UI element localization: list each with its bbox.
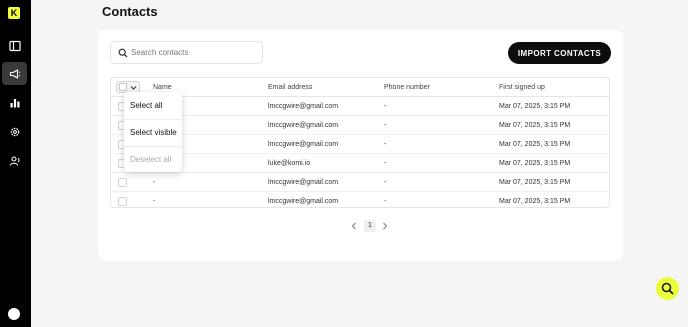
bar-chart-icon <box>10 98 19 107</box>
column-header-phone[interactable]: Phone number <box>384 78 430 97</box>
row-email: luke@komi.io <box>268 160 311 167</box>
gear-icon <box>10 127 19 136</box>
contacts-table: Name Email address Phone number First si… <box>110 77 610 208</box>
search-box[interactable] <box>110 41 263 64</box>
row-name: - <box>153 179 156 186</box>
sidebar-item-analytics[interactable] <box>2 91 27 114</box>
megaphone-icon <box>9 68 20 79</box>
row-signed-up: Mar 07, 2025, 3:15 PM <box>499 179 571 186</box>
row-signed-up: Mar 07, 2025, 3:15 PM <box>499 160 571 167</box>
row-phone: - <box>384 122 387 129</box>
search-icon <box>661 282 674 295</box>
import-contacts-button[interactable]: IMPORT CONTACTS <box>508 42 611 64</box>
search-input[interactable] <box>131 42 259 63</box>
row-signed-up: Mar 07, 2025, 3:15 PM <box>499 141 571 148</box>
select-all-checkbox[interactable] <box>119 83 127 91</box>
page-number[interactable]: 1 <box>364 220 376 232</box>
row-email: lmccgwire@gmail.com <box>268 122 339 129</box>
table-row[interactable]: - lmccgwire@gmail.com - Mar 07, 2025, 3:… <box>111 192 609 207</box>
row-email: lmccgwire@gmail.com <box>268 198 339 205</box>
logo-letter: K <box>10 8 18 18</box>
row-email: lmccgwire@gmail.com <box>268 103 339 110</box>
sidebar: K <box>0 0 31 327</box>
pagination: 1 <box>350 219 390 233</box>
help-search-button[interactable] <box>656 277 679 300</box>
sidebar-item-settings[interactable] <box>2 120 27 143</box>
users-icon <box>9 155 20 166</box>
row-phone: - <box>384 198 387 205</box>
table-header: Name Email address Phone number First si… <box>111 78 609 97</box>
row-signed-up: Mar 07, 2025, 3:15 PM <box>499 103 571 110</box>
chevron-left-icon[interactable] <box>350 221 358 231</box>
column-header-signed-up[interactable]: First signed up <box>499 78 545 97</box>
bulk-select-menu: Select all Select visible Deselect all <box>124 92 182 172</box>
sidebar-item-campaigns[interactable] <box>2 62 27 85</box>
table-row[interactable]: lmccgwire@gmail.com - Mar 07, 2025, 3:15… <box>111 135 609 154</box>
sidebar-item-layout[interactable] <box>2 34 27 57</box>
row-phone: - <box>384 160 387 167</box>
search-icon <box>118 48 128 58</box>
row-checkbox[interactable] <box>118 178 127 187</box>
chevron-down-icon[interactable] <box>130 84 137 91</box>
table-row[interactable]: - lmccgwire@gmail.com - Mar 07, 2025, 3:… <box>111 173 609 192</box>
menu-item-select-all[interactable]: Select all <box>124 92 182 119</box>
row-signed-up: Mar 07, 2025, 3:15 PM <box>499 198 571 205</box>
menu-item-select-visible[interactable]: Select visible <box>124 119 182 146</box>
menu-item-deselect-all[interactable]: Deselect all <box>124 146 182 172</box>
sidebar-item-audience[interactable] <box>2 149 27 172</box>
avatar[interactable] <box>8 308 20 320</box>
page-title: Contacts <box>102 4 158 19</box>
layout-icon <box>8 40 21 51</box>
row-checkbox[interactable] <box>118 197 127 206</box>
column-header-email[interactable]: Email address <box>268 78 312 97</box>
row-email: lmccgwire@gmail.com <box>268 179 339 186</box>
app-logo[interactable]: K <box>8 7 20 19</box>
row-name: - <box>153 198 156 205</box>
row-signed-up: Mar 07, 2025, 3:15 PM <box>499 122 571 129</box>
table-row[interactable]: lmccgwire@gmail.com - Mar 07, 2025, 3:15… <box>111 97 609 116</box>
chevron-right-icon[interactable] <box>381 221 389 231</box>
row-phone: - <box>384 141 387 148</box>
table-row[interactable]: lmccgwire@gmail.com - Mar 07, 2025, 3:15… <box>111 116 609 135</box>
row-email: lmccgwire@gmail.com <box>268 141 339 148</box>
row-phone: - <box>384 103 387 110</box>
table-row[interactable]: luke@komi.io - Mar 07, 2025, 3:15 PM <box>111 154 609 173</box>
row-phone: - <box>384 179 387 186</box>
